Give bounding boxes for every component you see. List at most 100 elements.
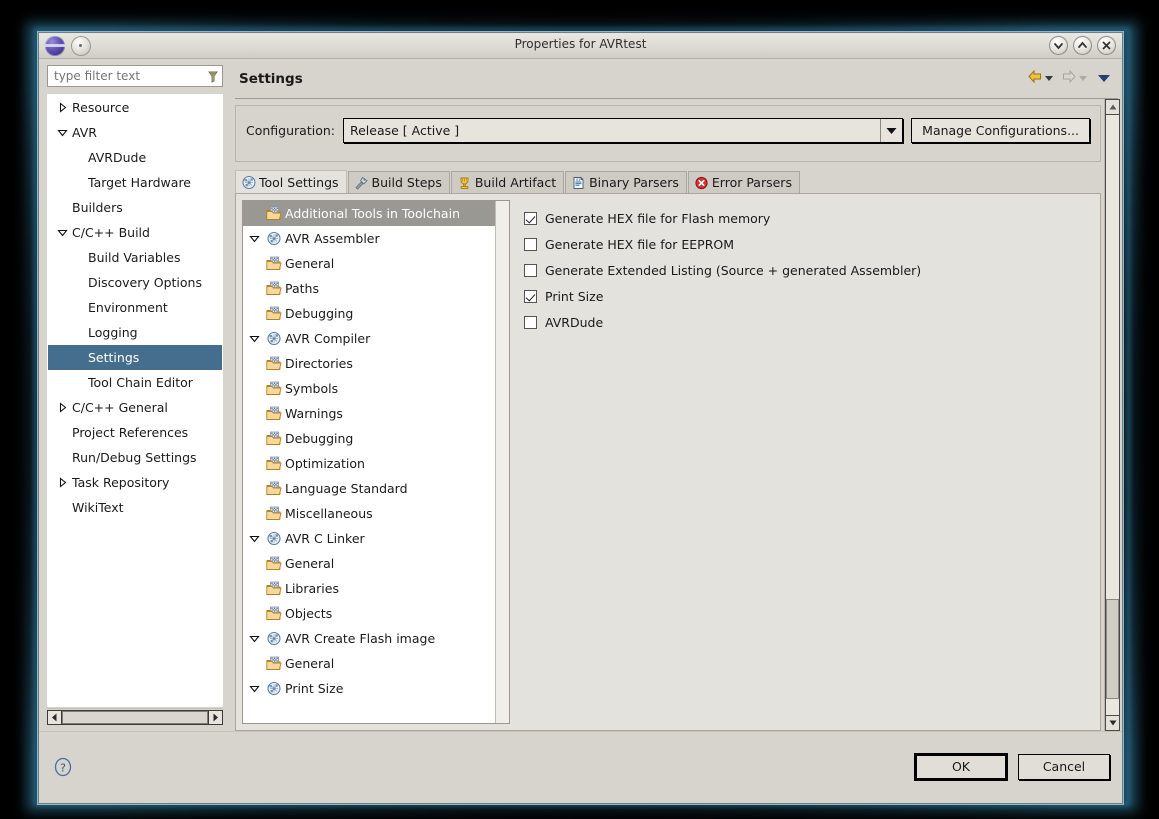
sidebar-item-c-c-build[interactable]: C/C++ Build bbox=[48, 220, 222, 245]
chevron-down-icon[interactable] bbox=[880, 119, 902, 142]
toolchain-item-label: Objects bbox=[285, 606, 333, 621]
sidebar-item-build-variables[interactable]: Build Variables bbox=[48, 245, 222, 270]
chevron-down-icon[interactable] bbox=[243, 683, 265, 694]
forward-control[interactable] bbox=[1061, 69, 1087, 88]
sidebar-item-tool-chain-editor[interactable]: Tool Chain Editor bbox=[48, 370, 222, 395]
chevron-down-icon[interactable] bbox=[54, 127, 70, 138]
sidebar-item-settings[interactable]: Settings bbox=[48, 345, 222, 370]
toolchain-item-additional-tools-in-toolchain[interactable]: Additional Tools in Toolchain bbox=[243, 201, 509, 226]
toolchain-item-objects[interactable]: Objects bbox=[243, 601, 509, 626]
toolchain-item-avr-assembler[interactable]: AVR Assembler bbox=[243, 226, 509, 251]
page-vertical-scrollbar[interactable] bbox=[1104, 99, 1120, 731]
tab-error-parsers[interactable]: Error Parsers bbox=[687, 171, 800, 193]
toolchain-item-general[interactable]: General bbox=[243, 651, 509, 676]
sidebar-item-logging[interactable]: Logging bbox=[48, 320, 222, 345]
toolchain-item-libraries[interactable]: Libraries bbox=[243, 576, 509, 601]
sidebar-item-discovery-options[interactable]: Discovery Options bbox=[48, 270, 222, 295]
chevron-down-icon[interactable] bbox=[243, 233, 265, 244]
option-row[interactable]: Generate HEX file for Flash memory bbox=[524, 205, 1094, 231]
ok-button[interactable]: OK bbox=[915, 753, 1007, 780]
chevron-down-icon[interactable] bbox=[243, 633, 265, 644]
chevron-right-icon[interactable] bbox=[54, 402, 70, 413]
toolchain-item-debugging[interactable]: Debugging bbox=[243, 426, 509, 451]
sidebar-item-task-repository[interactable]: Task Repository bbox=[48, 470, 222, 495]
tab-binary-parsers[interactable]: 01 Binary Parsers bbox=[565, 171, 687, 193]
page-scroll-thumb[interactable] bbox=[1106, 599, 1119, 699]
sidebar-scroll-thumb[interactable] bbox=[62, 711, 208, 724]
sidebar-item-label: Settings bbox=[88, 350, 140, 365]
tab-label: Error Parsers bbox=[711, 175, 792, 190]
sidebar-item-environment[interactable]: Environment bbox=[48, 295, 222, 320]
manage-configurations-button[interactable]: Manage Configurations... bbox=[911, 118, 1090, 143]
sidebar-item-label: Run/Debug Settings bbox=[72, 450, 197, 465]
sidebar-horizontal-scrollbar[interactable] bbox=[47, 708, 223, 726]
scroll-up-button[interactable] bbox=[1105, 99, 1120, 115]
chevron-down-icon[interactable] bbox=[54, 227, 70, 238]
toolchain-item-general[interactable]: General bbox=[243, 251, 509, 276]
checkbox-generate-hex-file-for-flash-memory[interactable] bbox=[524, 211, 537, 225]
folder-icon bbox=[265, 256, 283, 271]
toolchain-item-warnings[interactable]: Warnings bbox=[243, 401, 509, 426]
toolchain-tree[interactable]: Additional Tools in Toolchain AVR Assembl… bbox=[242, 200, 510, 724]
maximize-button[interactable] bbox=[1073, 36, 1092, 55]
chevron-right-icon[interactable] bbox=[54, 102, 70, 113]
configuration-combo[interactable]: Release [ Active ] bbox=[342, 118, 904, 143]
toolchain-item-language-standard[interactable]: Language Standard bbox=[243, 476, 509, 501]
filter-box[interactable] bbox=[47, 65, 223, 87]
option-row[interactable]: AVRDude bbox=[524, 309, 1094, 335]
close-button[interactable] bbox=[1097, 36, 1116, 55]
toolchain-item-print-size[interactable]: Print Size bbox=[243, 676, 509, 701]
sidebar-item-builders[interactable]: Builders bbox=[48, 195, 222, 220]
toolchain-item-label: Print Size bbox=[285, 681, 344, 696]
tab-build-steps[interactable]: Build Steps bbox=[347, 171, 450, 193]
sidebar-item-wikitext[interactable]: WikiText bbox=[48, 495, 222, 520]
toolchain-item-symbols[interactable]: Symbols bbox=[243, 376, 509, 401]
toolchain-item-paths[interactable]: Paths bbox=[243, 276, 509, 301]
option-row[interactable]: Print Size bbox=[524, 283, 1094, 309]
back-arrow-icon[interactable] bbox=[1027, 69, 1043, 88]
sidebar-item-run-debug-settings[interactable]: Run/Debug Settings bbox=[48, 445, 222, 470]
toolchain-item-avr-compiler[interactable]: AVR Compiler bbox=[243, 326, 509, 351]
chevron-down-icon[interactable] bbox=[243, 533, 265, 544]
checkbox-generate-extended-listing-source-generated-assembler[interactable] bbox=[524, 263, 537, 277]
sidebar-scroll-track[interactable] bbox=[62, 710, 208, 725]
toolchain-item-debugging[interactable]: Debugging bbox=[243, 301, 509, 326]
toolchain-tree-scrollbar[interactable] bbox=[495, 201, 509, 723]
toolchain-item-avr-c-linker[interactable]: AVR C Linker bbox=[243, 526, 509, 551]
toolchain-item-optimization[interactable]: Optimization bbox=[243, 451, 509, 476]
sidebar-item-label: WikiText bbox=[72, 500, 124, 515]
sidebar-item-label: Tool Chain Editor bbox=[88, 375, 193, 390]
filter-input[interactable] bbox=[52, 67, 206, 85]
checkbox-print-size[interactable] bbox=[524, 289, 537, 303]
scroll-down-button[interactable] bbox=[1105, 715, 1120, 731]
page-scroll-track[interactable] bbox=[1105, 115, 1120, 715]
option-row[interactable]: Generate Extended Listing (Source + gene… bbox=[524, 257, 1094, 283]
sidebar-item-project-references[interactable]: Project References bbox=[48, 420, 222, 445]
tab-build-artifact[interactable]: Build Artifact bbox=[450, 171, 565, 193]
checkbox-avrdude[interactable] bbox=[524, 315, 537, 329]
sidebar-item-avr[interactable]: AVR bbox=[48, 120, 222, 145]
sidebar-item-avrdude[interactable]: AVRDude bbox=[48, 145, 222, 170]
toolchain-item-directories[interactable]: Directories bbox=[243, 351, 509, 376]
back-dropdown-icon[interactable] bbox=[1045, 76, 1053, 81]
toolchain-item-avr-create-flash-image[interactable]: AVR Create Flash image bbox=[243, 626, 509, 651]
scroll-right-button[interactable] bbox=[208, 710, 223, 725]
scroll-left-button[interactable] bbox=[47, 710, 62, 725]
sidebar-item-target-hardware[interactable]: Target Hardware bbox=[48, 170, 222, 195]
help-icon[interactable]: ? bbox=[53, 757, 73, 777]
sidebar-item-c-c-general[interactable]: C/C++ General bbox=[48, 395, 222, 420]
folder-icon bbox=[265, 581, 283, 596]
cancel-button[interactable]: Cancel bbox=[1018, 753, 1110, 780]
back-control[interactable] bbox=[1027, 69, 1053, 88]
view-menu-icon[interactable] bbox=[1098, 75, 1110, 82]
checkbox-generate-hex-file-for-eeprom[interactable] bbox=[524, 237, 537, 251]
sidebar-item-resource[interactable]: Resource bbox=[48, 95, 222, 120]
tab-tool-settings[interactable]: Tool Settings bbox=[235, 170, 347, 193]
minimize-button[interactable] bbox=[1049, 36, 1068, 55]
toolchain-item-miscellaneous[interactable]: Miscellaneous bbox=[243, 501, 509, 526]
chevron-down-icon[interactable] bbox=[243, 333, 265, 344]
chevron-right-icon[interactable] bbox=[54, 477, 70, 488]
settings-tree[interactable]: Resource AVR AVRDude Target Hardware Builder… bbox=[47, 94, 223, 707]
option-row[interactable]: Generate HEX file for EEPROM bbox=[524, 231, 1094, 257]
toolchain-item-general[interactable]: General bbox=[243, 551, 509, 576]
